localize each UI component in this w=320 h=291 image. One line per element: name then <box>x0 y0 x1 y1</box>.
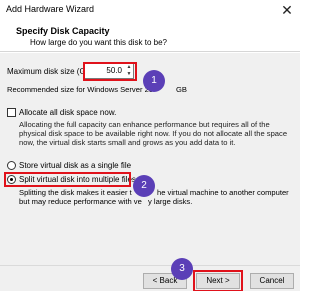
allocate-description: Allocating the full capacity can enhance… <box>19 120 288 147</box>
single-file-radio[interactable] <box>7 161 16 170</box>
callout-1-badge: 1 <box>143 70 165 92</box>
split-description-line2a: but may reduce performance with ve <box>19 197 142 206</box>
cancel-button[interactable]: Cancel <box>250 273 294 289</box>
page-title: Specify Disk Capacity <box>16 26 110 36</box>
callout-2-number: 2 <box>141 180 147 191</box>
wizard-footer: < Back Next > Cancel <box>0 265 300 291</box>
recommended-size-unit: GB <box>176 85 187 94</box>
close-icon[interactable]: ✕ <box>278 1 296 19</box>
split-description-line1a: Splitting the disk makes it easier t <box>19 188 132 197</box>
page-subtitle: How large do you want this disk to be? <box>30 38 167 47</box>
size-highlight-box <box>83 62 137 81</box>
callout-3-badge: 3 <box>171 258 193 280</box>
title-bar: Add Hardware Wizard ✕ <box>0 0 300 20</box>
window-title: Add Hardware Wizard <box>6 4 95 14</box>
callout-1-number: 1 <box>151 75 157 86</box>
split-highlight-box <box>4 172 131 187</box>
next-highlight-box <box>193 270 243 291</box>
wizard-body: Maximum disk size (GB): 50.0 ▲ ▼ Recomme… <box>0 53 300 265</box>
wizard-window: Add Hardware Wizard ✕ Specify Disk Capac… <box>0 0 300 291</box>
callout-3-number: 3 <box>179 263 185 274</box>
wizard-header: Specify Disk Capacity How large do you w… <box>0 20 300 52</box>
split-description-line1b: he virtual machine to another computer <box>157 188 289 197</box>
allocate-checkbox[interactable] <box>7 108 16 117</box>
allocate-label[interactable]: Allocate all disk space now. <box>19 108 116 117</box>
recommended-size-text: Recommended size for Windows Server 20 <box>7 85 154 94</box>
callout-2-badge: 2 <box>133 175 155 197</box>
split-description-line2b: y large disks. <box>148 197 193 206</box>
single-file-label[interactable]: Store virtual disk as a single file <box>19 161 131 170</box>
